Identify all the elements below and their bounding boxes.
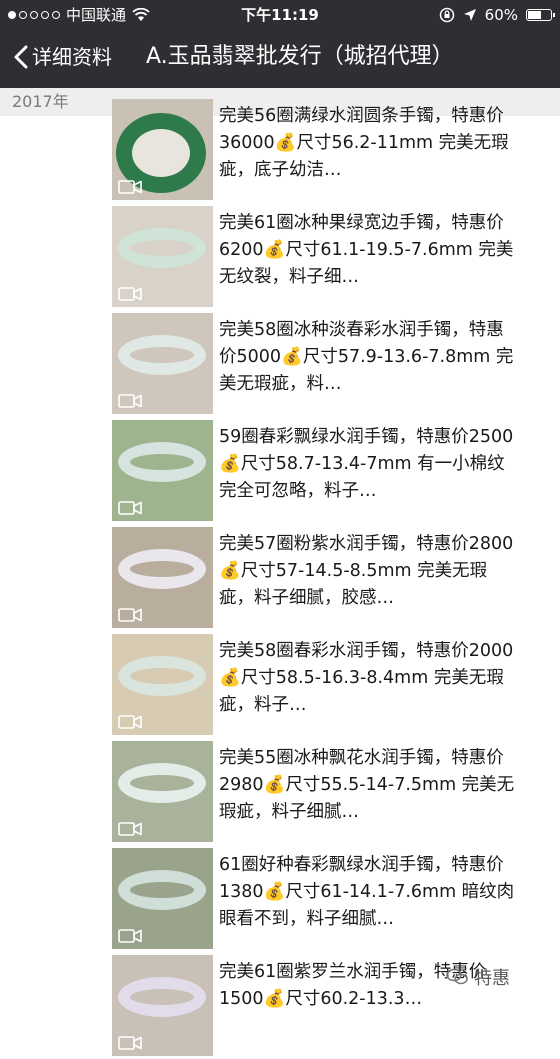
post-thumbnail[interactable]	[112, 313, 213, 414]
back-label: 详细资料	[32, 45, 112, 69]
back-button[interactable]: 详细资料	[14, 40, 112, 74]
post-item[interactable]: 完美57圈粉紫水润手镯，特惠价2800💰尺寸57-14.5-8.5mm 完美无瑕…	[0, 527, 560, 631]
wechat-logo-icon	[446, 968, 468, 985]
bangle-image	[118, 335, 206, 375]
top-bar: 中国联通 下午11:19 60% 详细资料 A.玉品翡翠批发行（城招代理）	[0, 0, 560, 88]
post-item[interactable]: 61圈好种春彩飘绿水润手镯，特惠价1380💰尺寸61-14.1-7.6mm 暗纹…	[0, 848, 560, 952]
post-thumbnail[interactable]	[112, 527, 213, 628]
post-thumbnail[interactable]	[112, 420, 213, 521]
post-thumbnail[interactable]	[112, 99, 213, 200]
post-item[interactable]: 完美55圈冰种飘花水润手镯，特惠价2980💰尺寸55.5-14-7.5mm 完美…	[0, 741, 560, 845]
post-thumbnail[interactable]	[112, 741, 213, 842]
bangle-image	[118, 870, 206, 910]
bangle-image	[118, 763, 206, 803]
bangle-image	[118, 549, 206, 589]
video-camera-icon	[118, 180, 142, 194]
post-text: 完美57圈粉紫水润手镯，特惠价2800💰尺寸57-14.5-8.5mm 完美无瑕…	[219, 534, 514, 608]
post-text: 完美58圈春彩水润手镯，特惠价2000💰尺寸58.5-16.3-8.4mm 完美…	[219, 641, 514, 715]
post-thumbnail[interactable]	[112, 206, 213, 307]
post-text: 完美55圈冰种飘花水润手镯，特惠价2980💰尺寸55.5-14-7.5mm 完美…	[219, 748, 515, 822]
video-camera-icon	[118, 608, 142, 622]
battery-icon	[526, 9, 555, 21]
video-camera-icon	[118, 822, 142, 836]
video-camera-icon	[118, 287, 142, 301]
rotation-lock-icon	[439, 7, 454, 23]
post-item[interactable]: 完美58圈春彩水润手镯，特惠价2000💰尺寸58.5-16.3-8.4mm 完美…	[0, 634, 560, 738]
post-item[interactable]: 59圈春彩飘绿水润手镯，特惠价2500💰尺寸58.7-13.4-7mm 有一小棉…	[0, 420, 560, 524]
video-camera-icon	[118, 394, 142, 408]
status-bar: 中国联通 下午11:19 60%	[0, 0, 560, 30]
bangle-image	[118, 656, 206, 696]
bangle-image	[118, 442, 206, 482]
page-title: A.玉品翡翠批发行（城招代理）	[146, 44, 454, 69]
post-text: 完美61圈冰种果绿宽边手镯，特惠价6200💰尺寸61.1-19.5-7.6mm …	[219, 213, 514, 287]
chevron-left-icon	[14, 45, 28, 69]
battery-percent: 60%	[484, 6, 518, 24]
watermark: 特惠	[446, 964, 510, 990]
video-camera-icon	[118, 929, 142, 943]
video-camera-icon	[118, 501, 142, 515]
post-text: 完美58圈冰种淡春彩水润手镯，特惠价5000💰尺寸57.9-13.6-7.8mm…	[219, 320, 514, 394]
watermark-text: 特惠	[474, 968, 510, 989]
post-thumbnail[interactable]	[112, 848, 213, 949]
post-item[interactable]: 完美58圈冰种淡春彩水润手镯，特惠价5000💰尺寸57.9-13.6-7.8mm…	[0, 313, 560, 417]
post-text: 61圈好种春彩飘绿水润手镯，特惠价1380💰尺寸61-14.1-7.6mm 暗纹…	[219, 855, 515, 929]
bangle-image	[118, 228, 206, 268]
video-camera-icon	[118, 1036, 142, 1050]
post-item[interactable]: 完美56圈满绿水润圆条手镯，特惠价36000💰尺寸56.2-11mm 完美无瑕疵…	[0, 99, 560, 203]
post-thumbnail[interactable]	[112, 634, 213, 735]
post-thumbnail[interactable]	[112, 955, 213, 1056]
post-text: 59圈春彩飘绿水润手镯，特惠价2500💰尺寸58.7-13.4-7mm 有一小棉…	[219, 427, 514, 501]
bangle-image	[118, 977, 206, 1017]
post-item[interactable]: 完美61圈冰种果绿宽边手镯，特惠价6200💰尺寸61.1-19.5-7.6mm …	[0, 206, 560, 310]
video-camera-icon	[118, 715, 142, 729]
status-right-group: 60%	[439, 0, 555, 30]
nav-bar: 详细资料 A.玉品翡翠批发行（城招代理）	[0, 30, 560, 86]
location-arrow-icon	[463, 9, 476, 21]
post-text: 完美56圈满绿水润圆条手镯，特惠价36000💰尺寸56.2-11mm 完美无瑕疵…	[219, 106, 509, 180]
